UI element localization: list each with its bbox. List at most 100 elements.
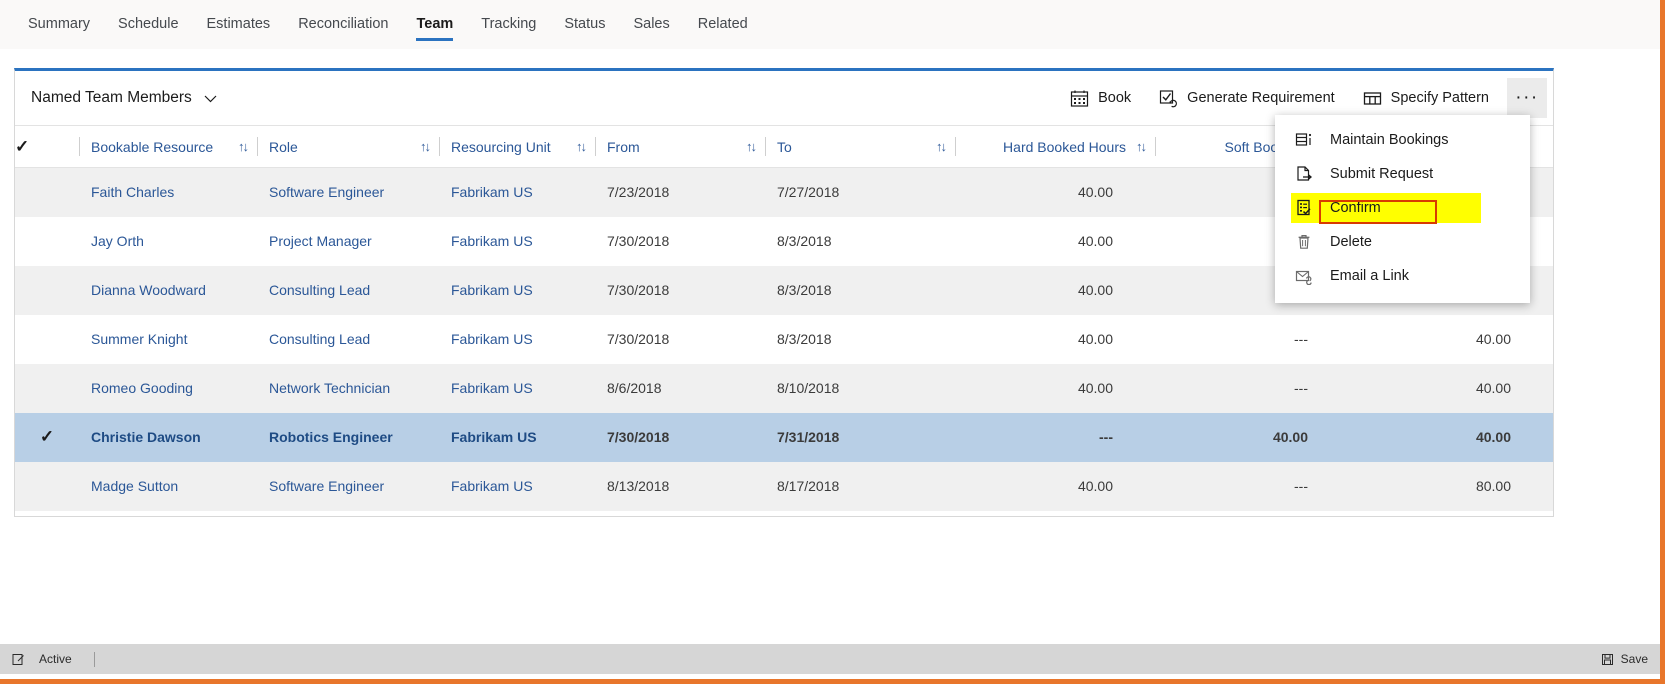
cell-hard-booked-hours: --- bbox=[1099, 429, 1113, 445]
tab-team[interactable]: Team bbox=[402, 0, 467, 49]
more-commands-button[interactable]: ··· bbox=[1507, 78, 1547, 118]
table-row[interactable]: Romeo Gooding Network Technician Fabrika… bbox=[15, 363, 1553, 413]
select-all-header[interactable]: ✓ bbox=[15, 125, 79, 168]
column-header-to[interactable]: To ↑↓ bbox=[765, 125, 955, 168]
tab-status[interactable]: Status bbox=[550, 0, 619, 49]
unit-link[interactable]: Fabrikam US bbox=[451, 282, 533, 298]
resource-link[interactable]: Jay Orth bbox=[91, 233, 144, 249]
cell-from: 8/6/2018 bbox=[607, 380, 662, 396]
column-header-bookable-resource[interactable]: Bookable Resource ↑↓ bbox=[79, 125, 257, 168]
cell-resourcing-unit[interactable]: Fabrikam US bbox=[439, 266, 595, 315]
menu-item-label: Delete bbox=[1330, 234, 1372, 250]
column-header-resourcing-unit[interactable]: Resourcing Unit ↑↓ bbox=[439, 125, 595, 168]
cell-to: 8/3/2018 bbox=[777, 331, 832, 347]
cell-resourcing-unit[interactable]: Fabrikam US bbox=[439, 315, 595, 364]
row-checkbox[interactable] bbox=[15, 217, 79, 266]
unit-link[interactable]: Fabrikam US bbox=[451, 380, 533, 396]
cell-role[interactable]: Consulting Lead bbox=[257, 266, 439, 315]
cell-to: 8/17/2018 bbox=[777, 478, 840, 494]
cell-resourcing-unit[interactable]: Fabrikam US bbox=[439, 168, 595, 217]
role-link[interactable]: Consulting Lead bbox=[269, 282, 370, 298]
confirm-icon bbox=[1295, 199, 1313, 217]
tab-sales[interactable]: Sales bbox=[619, 0, 683, 49]
row-checkbox-checked[interactable]: ✓ bbox=[15, 413, 79, 462]
resource-link[interactable]: Faith Charles bbox=[91, 184, 174, 200]
cell-role[interactable]: Software Engineer bbox=[257, 462, 439, 511]
sort-icon: ↑↓ bbox=[420, 139, 431, 154]
column-header-role[interactable]: Role ↑↓ bbox=[257, 125, 439, 168]
role-link[interactable]: Software Engineer bbox=[269, 478, 384, 494]
role-link[interactable]: Project Manager bbox=[269, 233, 372, 249]
tab-reconciliation[interactable]: Reconciliation bbox=[284, 0, 402, 49]
column-header-hard-booked-hours[interactable]: Hard Booked Hours ↑↓ bbox=[955, 125, 1155, 168]
save-button[interactable]: Save bbox=[1601, 652, 1648, 666]
cell-role[interactable]: Software Engineer bbox=[257, 168, 439, 217]
cell-bookable-resource[interactable]: Romeo Gooding bbox=[79, 364, 257, 413]
column-label: From bbox=[607, 138, 640, 155]
resource-link[interactable]: Romeo Gooding bbox=[91, 380, 193, 396]
cell-resourcing-unit[interactable]: Fabrikam US bbox=[439, 217, 595, 266]
tab-related[interactable]: Related bbox=[684, 0, 762, 49]
menu-item-maintain-bookings[interactable]: Maintain Bookings bbox=[1275, 123, 1530, 157]
command-label: Specify Pattern bbox=[1390, 90, 1489, 106]
tab-schedule[interactable]: Schedule bbox=[104, 0, 192, 49]
cell-from: 7/30/2018 bbox=[607, 282, 670, 298]
cell-role[interactable]: Consulting Lead bbox=[257, 315, 439, 364]
row-checkbox[interactable] bbox=[15, 315, 79, 364]
cell-hard-booked-hours: 40.00 bbox=[1077, 380, 1113, 396]
table-row[interactable]: Madge Sutton Software Engineer Fabrikam … bbox=[15, 461, 1553, 511]
role-link[interactable]: Consulting Lead bbox=[269, 331, 370, 347]
tab-tracking[interactable]: Tracking bbox=[467, 0, 550, 49]
cell-total-hours: 40.00 bbox=[1475, 380, 1511, 396]
table-row[interactable]: Summer Knight Consulting Lead Fabrikam U… bbox=[15, 315, 1553, 364]
row-checkbox[interactable] bbox=[15, 266, 79, 315]
cell-bookable-resource[interactable]: Jay Orth bbox=[79, 217, 257, 266]
cell-resourcing-unit[interactable]: Fabrikam US bbox=[439, 364, 595, 413]
menu-item-email-a-link[interactable]: Email a Link bbox=[1275, 259, 1530, 293]
unit-link[interactable]: Fabrikam US bbox=[451, 233, 533, 249]
column-header-from[interactable]: From ↑↓ bbox=[595, 125, 765, 168]
cell-bookable-resource[interactable]: Summer Knight bbox=[79, 315, 257, 364]
table-row-selected[interactable]: ✓ Christie Dawson Robotics Engineer Fabr… bbox=[15, 412, 1553, 462]
cell-role[interactable]: Project Manager bbox=[257, 217, 439, 266]
resource-link[interactable]: Dianna Woodward bbox=[91, 282, 206, 298]
resource-link[interactable]: Summer Knight bbox=[91, 331, 187, 347]
resource-link[interactable]: Madge Sutton bbox=[91, 478, 178, 494]
cell-role[interactable]: Network Technician bbox=[257, 364, 439, 413]
cell-bookable-resource[interactable]: Christie Dawson bbox=[79, 413, 257, 462]
row-checkbox[interactable] bbox=[15, 168, 79, 217]
cell-from: 7/30/2018 bbox=[607, 331, 670, 347]
menu-item-delete[interactable]: Delete bbox=[1275, 225, 1530, 259]
cell-role[interactable]: Robotics Engineer bbox=[257, 413, 439, 462]
row-checkbox[interactable] bbox=[15, 462, 79, 511]
cell-bookable-resource[interactable]: Dianna Woodward bbox=[79, 266, 257, 315]
role-link[interactable]: Robotics Engineer bbox=[269, 429, 393, 445]
role-link[interactable]: Software Engineer bbox=[269, 184, 384, 200]
view-selector[interactable]: Named Team Members bbox=[31, 89, 217, 107]
column-label: Role bbox=[269, 138, 298, 155]
resource-link[interactable]: Christie Dawson bbox=[91, 429, 201, 445]
book-button[interactable]: Book bbox=[1056, 71, 1145, 125]
tab-summary[interactable]: Summary bbox=[14, 0, 104, 49]
menu-item-confirm[interactable]: Confirm bbox=[1275, 191, 1530, 225]
cell-resourcing-unit[interactable]: Fabrikam US bbox=[439, 462, 595, 511]
sort-icon: ↑↓ bbox=[576, 139, 587, 154]
cell-resourcing-unit[interactable]: Fabrikam US bbox=[439, 413, 595, 462]
menu-item-submit-request[interactable]: Submit Request bbox=[1275, 157, 1530, 191]
tab-estimates[interactable]: Estimates bbox=[193, 0, 285, 49]
record-status-icon bbox=[12, 653, 25, 666]
sort-icon: ↑↓ bbox=[238, 139, 249, 154]
unit-link[interactable]: Fabrikam US bbox=[451, 429, 537, 445]
unit-link[interactable]: Fabrikam US bbox=[451, 478, 533, 494]
email-link-icon bbox=[1295, 267, 1313, 285]
column-label: Hard Booked Hours bbox=[1003, 138, 1126, 155]
unit-link[interactable]: Fabrikam US bbox=[451, 331, 533, 347]
role-link[interactable]: Network Technician bbox=[269, 380, 390, 396]
checkbox-refresh-icon bbox=[1159, 89, 1178, 108]
tab-label: Summary bbox=[28, 16, 91, 32]
cell-bookable-resource[interactable]: Madge Sutton bbox=[79, 462, 257, 511]
maintain-bookings-icon bbox=[1295, 131, 1313, 149]
cell-bookable-resource[interactable]: Faith Charles bbox=[79, 168, 257, 217]
unit-link[interactable]: Fabrikam US bbox=[451, 184, 533, 200]
row-checkbox[interactable] bbox=[15, 364, 79, 413]
